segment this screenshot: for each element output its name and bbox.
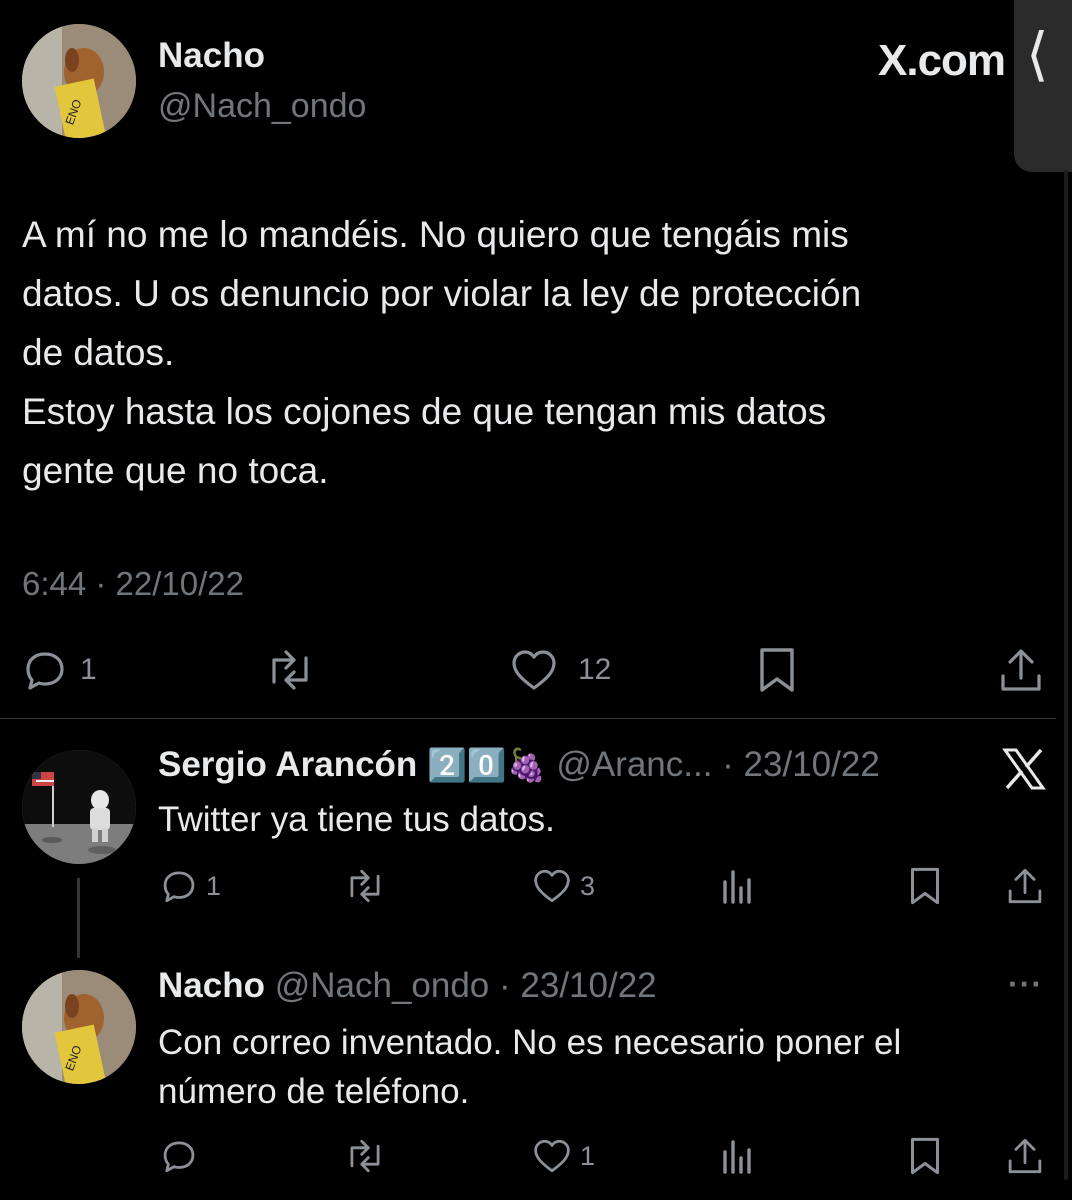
views-button[interactable] <box>720 1138 756 1174</box>
reply-text-line: Con correo inventado. No es necesario po… <box>158 1023 902 1062</box>
views-icon <box>723 1140 751 1174</box>
bookmark-icon <box>760 648 794 692</box>
x-logo-button[interactable] <box>1002 748 1046 795</box>
views-button[interactable] <box>720 868 756 904</box>
bookmark-icon <box>911 867 939 905</box>
reply-text-line: número de teléfono. <box>158 1072 470 1111</box>
reply-header: Sergio Arancón 2️⃣0️⃣🍇 @Aranc... · 23/10… <box>158 745 880 785</box>
like-icon <box>534 1139 570 1173</box>
reply-button[interactable]: 1 <box>160 868 221 904</box>
more-icon[interactable]: ··· <box>1008 966 1043 1003</box>
like-count: 12 <box>578 653 612 686</box>
bookmark-button[interactable] <box>908 866 942 906</box>
brand-logo[interactable]: X.com <box>878 36 1006 86</box>
dog-avatar-icon: ENO <box>22 970 136 1084</box>
bookmark-button[interactable] <box>908 1136 942 1176</box>
reply-icon <box>163 871 195 903</box>
repost-button[interactable] <box>342 868 388 904</box>
author-name[interactable]: Nacho <box>158 966 265 1005</box>
repost-icon <box>272 650 308 690</box>
reply-button[interactable] <box>160 1138 198 1174</box>
avatar-sergio[interactable] <box>22 750 136 864</box>
avatar-nacho-main[interactable]: ENO <box>22 24 136 138</box>
bookmark-button[interactable] <box>757 646 797 694</box>
reply-icon <box>26 652 64 690</box>
chevron-left-icon: ⟨ <box>1026 22 1049 87</box>
reply-header: Nacho @Nach_ondo · 23/10/22 <box>158 966 657 1006</box>
reply-count: 1 <box>206 870 222 901</box>
repost-icon <box>350 1139 380 1173</box>
like-count: 1 <box>580 1140 596 1171</box>
reply-date[interactable]: · 23/10/22 <box>489 966 657 1005</box>
reply-count: 1 <box>80 653 97 686</box>
repost-icon <box>350 869 380 903</box>
author-handle[interactable]: @Aranc... <box>556 745 712 784</box>
like-count: 3 <box>580 870 596 901</box>
reply-text: Twitter ya tiene tus datos. <box>158 800 555 839</box>
x-logo-icon <box>1002 748 1046 790</box>
like-button[interactable]: 3 <box>532 868 595 904</box>
repost-button[interactable] <box>342 1138 388 1174</box>
share-button[interactable] <box>1006 1136 1044 1176</box>
post-text-line: datos. U os denuncio por violar la ley d… <box>22 273 862 314</box>
author-name[interactable]: Sergio Arancón <box>158 745 417 784</box>
brand-text: X.com <box>878 36 1006 85</box>
dog-avatar-icon: ENO <box>22 24 136 138</box>
post-text-line: gente que no toca. <box>22 450 329 491</box>
author-handle[interactable]: @Nach_ondo <box>275 966 490 1005</box>
post-text: A mí no me lo mandéis. No quiero que ten… <box>22 205 1022 500</box>
reply-date[interactable]: · 23/10/22 <box>712 745 880 784</box>
share-icon <box>1008 868 1042 904</box>
like-icon <box>534 869 570 903</box>
post-text-line: Estoy hasta los cojones de que tengan mi… <box>22 391 827 432</box>
share-button[interactable] <box>1006 866 1044 906</box>
badge-emojis: 2️⃣0️⃣🍇 <box>427 747 547 783</box>
like-button[interactable]: 12 <box>510 648 611 692</box>
avatar-nacho-reply[interactable]: ENO <box>22 970 136 1084</box>
bookmark-icon <box>911 1137 939 1175</box>
side-tab[interactable]: ⟨ <box>1014 0 1072 172</box>
reply-button[interactable]: 1 <box>22 648 97 692</box>
share-icon <box>1008 1138 1042 1174</box>
author-handle[interactable]: @Nach_ondo <box>158 87 366 126</box>
thread-line <box>77 878 80 958</box>
reply-text: Con correo inventado. No es necesario po… <box>158 1018 901 1116</box>
like-icon <box>512 650 556 690</box>
share-icon <box>1001 649 1041 691</box>
scrollbar[interactable] <box>1064 170 1068 1180</box>
post-timestamp[interactable]: 6:44 · 22/10/22 <box>22 565 244 603</box>
moon-astronaut-avatar-icon <box>22 750 136 864</box>
post-text-line: de datos. <box>22 332 175 373</box>
like-button[interactable]: 1 <box>532 1138 595 1174</box>
reply-icon <box>163 1141 195 1173</box>
share-button[interactable] <box>998 646 1044 694</box>
views-icon <box>723 870 751 904</box>
repost-button[interactable] <box>262 648 318 692</box>
post-text-line: A mí no me lo mandéis. No quiero que ten… <box>22 214 849 255</box>
author-name[interactable]: Nacho <box>158 36 265 76</box>
divider <box>0 718 1056 719</box>
